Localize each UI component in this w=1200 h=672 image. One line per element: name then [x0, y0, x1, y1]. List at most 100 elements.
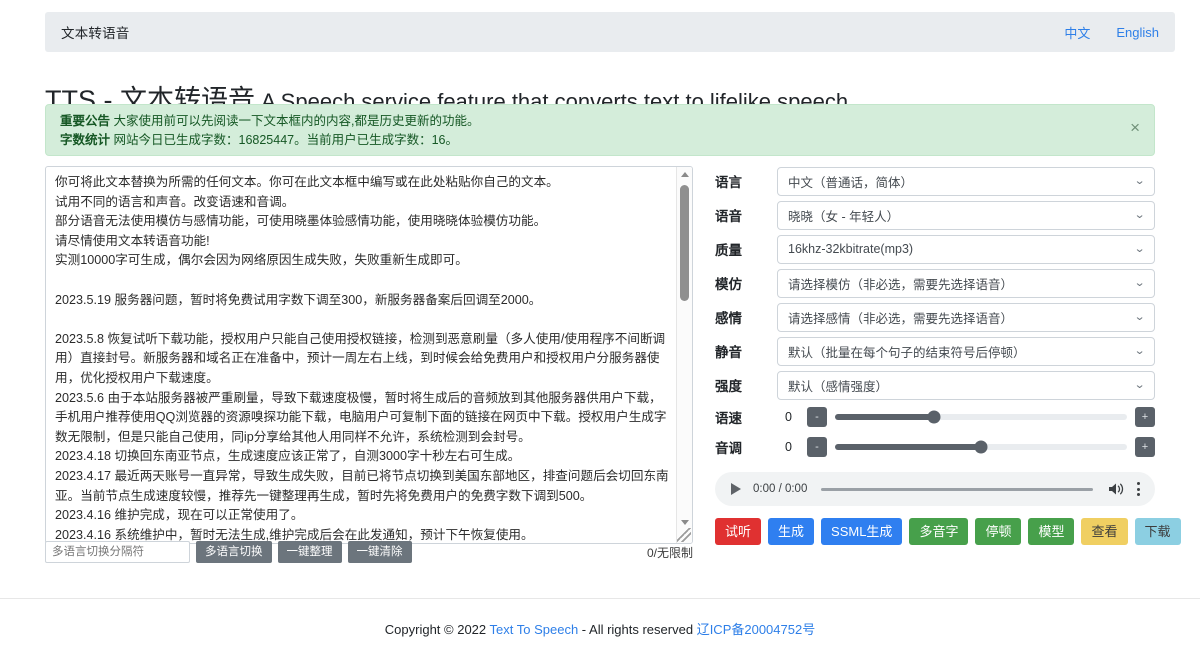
nav-link-english[interactable]: English [1116, 25, 1159, 40]
select-voice[interactable]: 晓晓（女 - 年轻人） ⌄ [777, 201, 1155, 230]
character-count: 0/无限制 [647, 544, 693, 561]
speed-decrease-button[interactable]: - [807, 407, 827, 427]
ssml-generate-button[interactable]: SSML生成 [821, 518, 902, 545]
announcement-alert: 重要公告 大家使用前可以先阅读一下文本框内的内容,都是历史更新的功能。 字数统计… [45, 104, 1155, 156]
select-quality[interactable]: 16khz-32kbitrate(mp3) ⌄ [777, 235, 1155, 264]
label-speed: 语速 [715, 407, 777, 427]
announcement-text-stats: 网站今日已生成字数：16825447。当前用户已生成字数：16。 [110, 133, 458, 147]
chevron-down-icon: ⌄ [1134, 346, 1146, 357]
select-silence[interactable]: 默认（批量在每个句子的结束符号后停顿） ⌄ [777, 337, 1155, 366]
audio-time: 0:00 / 0:00 [753, 483, 807, 495]
announcement-text-notice: 大家使用前可以先阅读一下文本框内的内容,都是历史更新的功能。 [110, 114, 479, 128]
field-language: 语言 中文（普通话，简体） ⌄ [715, 164, 1155, 198]
footer-copyright-middle: - All rights reserved [578, 622, 697, 637]
multilang-switch-button[interactable]: 多语言切换 [196, 541, 272, 563]
footer-link-icp[interactable]: 辽ICP备20004752号 [697, 622, 816, 637]
label-imitation: 模仿 [715, 273, 777, 293]
settings-panel: 语言 中文（普通话，简体） ⌄ 语音 晓晓（女 - 年轻人） ⌄ 质量 16kh… [715, 164, 1155, 545]
pause-button[interactable]: 停顿 [975, 518, 1021, 545]
select-imitation-value: 请选择模仿（非必选，需要先选择语音） [788, 274, 1013, 293]
announcement-label-stats: 字数统计 [60, 133, 110, 147]
audio-progress-slider[interactable] [821, 488, 1093, 491]
field-emotion: 感情 请选择感情（非必选，需要先选择语音） ⌄ [715, 300, 1155, 334]
scroll-up-icon[interactable] [677, 167, 692, 181]
footer-link-site[interactable]: Text To Speech [490, 622, 579, 637]
textarea-scrollbar[interactable] [676, 167, 692, 543]
editor-toolbar: 多语言切换 一键整理 一键清除 0/无限制 [45, 541, 693, 563]
pitch-slider-thumb[interactable] [975, 441, 988, 454]
select-emotion[interactable]: 请选择感情（非必选，需要先选择语音） ⌄ [777, 303, 1155, 332]
announcement-line-stats: 字数统计 网站今日已生成字数：16825447。当前用户已生成字数：16。 [60, 131, 1140, 150]
chevron-down-icon: ⌄ [1134, 176, 1146, 187]
speed-slider-fill [835, 414, 934, 420]
chevron-down-icon: ⌄ [1134, 312, 1146, 323]
slider-speed-row: 语速 0 - + [715, 402, 1155, 432]
download-button[interactable]: 下载 [1135, 518, 1181, 545]
model-button[interactable]: 模型 [1028, 518, 1074, 545]
chevron-down-icon: ⌄ [1134, 380, 1146, 391]
scroll-down-icon[interactable] [677, 515, 692, 529]
separator-input[interactable] [45, 541, 190, 563]
chevron-down-icon: ⌄ [1134, 278, 1146, 289]
one-click-clear-button[interactable]: 一键清除 [348, 541, 412, 563]
chevron-down-icon: ⌄ [1134, 210, 1146, 221]
pitch-slider-fill [835, 444, 981, 450]
navbar-brand[interactable]: 文本转语音 [61, 22, 130, 42]
slider-pitch-row: 音调 0 - + [715, 432, 1155, 462]
footer: Copyright © 2022 Text To Speech - All ri… [0, 598, 1200, 638]
field-silence: 静音 默认（批量在每个句子的结束符号后停顿） ⌄ [715, 334, 1155, 368]
select-language[interactable]: 中文（普通话，简体） ⌄ [777, 167, 1155, 196]
one-click-tidy-button[interactable]: 一键整理 [278, 541, 342, 563]
announcement-label-notice: 重要公告 [60, 114, 110, 128]
view-button[interactable]: 查看 [1081, 518, 1127, 545]
pitch-slider[interactable] [835, 444, 1127, 450]
field-quality: 质量 16khz-32kbitrate(mp3) ⌄ [715, 232, 1155, 266]
pitch-increase-button[interactable]: + [1135, 437, 1155, 457]
select-imitation[interactable]: 请选择模仿（非必选，需要先选择语音） ⌄ [777, 269, 1155, 298]
volume-icon[interactable] [1107, 481, 1125, 497]
label-language: 语言 [715, 171, 777, 191]
select-quality-value: 16khz-32kbitrate(mp3) [788, 242, 913, 256]
field-intensity: 强度 默认（感情强度） ⌄ [715, 368, 1155, 402]
polyphone-button[interactable]: 多音字 [909, 518, 968, 545]
label-silence: 静音 [715, 341, 777, 361]
navbar-links: 中文 English [1064, 23, 1159, 42]
more-options-icon[interactable] [1137, 482, 1141, 496]
label-emotion: 感情 [715, 307, 777, 327]
generate-button[interactable]: 生成 [768, 518, 814, 545]
select-intensity-value: 默认（感情强度） [788, 376, 888, 395]
footer-copyright-prefix: Copyright © 2022 [385, 622, 490, 637]
announcement-line-notice: 重要公告 大家使用前可以先阅读一下文本框内的内容,都是历史更新的功能。 [60, 112, 1140, 131]
preview-button[interactable]: 试听 [715, 518, 761, 545]
scrollbar-thumb[interactable] [680, 185, 689, 301]
label-intensity: 强度 [715, 375, 777, 395]
select-intensity[interactable]: 默认（感情强度） ⌄ [777, 371, 1155, 400]
select-silence-value: 默认（批量在每个句子的结束符号后停顿） [788, 342, 1026, 361]
select-emotion-value: 请选择感情（非必选，需要先选择语音） [788, 308, 1013, 327]
select-voice-value: 晓晓（女 - 年轻人） [788, 206, 899, 225]
field-imitation: 模仿 请选择模仿（非必选，需要先选择语音） ⌄ [715, 266, 1155, 300]
label-pitch: 音调 [715, 437, 777, 457]
speed-slider-thumb[interactable] [928, 411, 941, 424]
nav-link-chinese[interactable]: 中文 [1064, 23, 1090, 42]
text-input-container[interactable]: 你可将此文本替换为所需的任何文本。你可在此文本框中编写或在此处粘贴你自己的文本。… [45, 166, 693, 544]
resize-handle-icon[interactable] [677, 528, 691, 542]
chevron-down-icon: ⌄ [1134, 244, 1146, 255]
pitch-value: 0 [777, 440, 807, 454]
close-icon[interactable]: × [1130, 119, 1140, 136]
play-icon[interactable] [731, 483, 741, 495]
pitch-decrease-button[interactable]: - [807, 437, 827, 457]
select-language-value: 中文（普通话，简体） [788, 172, 913, 191]
label-voice: 语音 [715, 205, 777, 225]
editor-area: 你可将此文本替换为所需的任何文本。你可在此文本框中编写或在此处粘贴你自己的文本。… [45, 166, 693, 544]
navbar: 文本转语音 中文 English [45, 12, 1175, 52]
field-voice: 语音 晓晓（女 - 年轻人） ⌄ [715, 198, 1155, 232]
text-input[interactable]: 你可将此文本替换为所需的任何文本。你可在此文本框中编写或在此处粘贴你自己的文本。… [46, 167, 678, 543]
app-root: 文本转语音 中文 English TTS - 文本转语音 A Speech se… [0, 0, 1200, 672]
audio-player[interactable]: 0:00 / 0:00 [715, 472, 1155, 506]
speed-slider[interactable] [835, 414, 1127, 420]
speed-value: 0 [777, 410, 807, 424]
speed-increase-button[interactable]: + [1135, 407, 1155, 427]
action-buttons: 试听 生成 SSML生成 多音字 停顿 模型 查看 下载 [715, 518, 1155, 545]
label-quality: 质量 [715, 239, 777, 259]
